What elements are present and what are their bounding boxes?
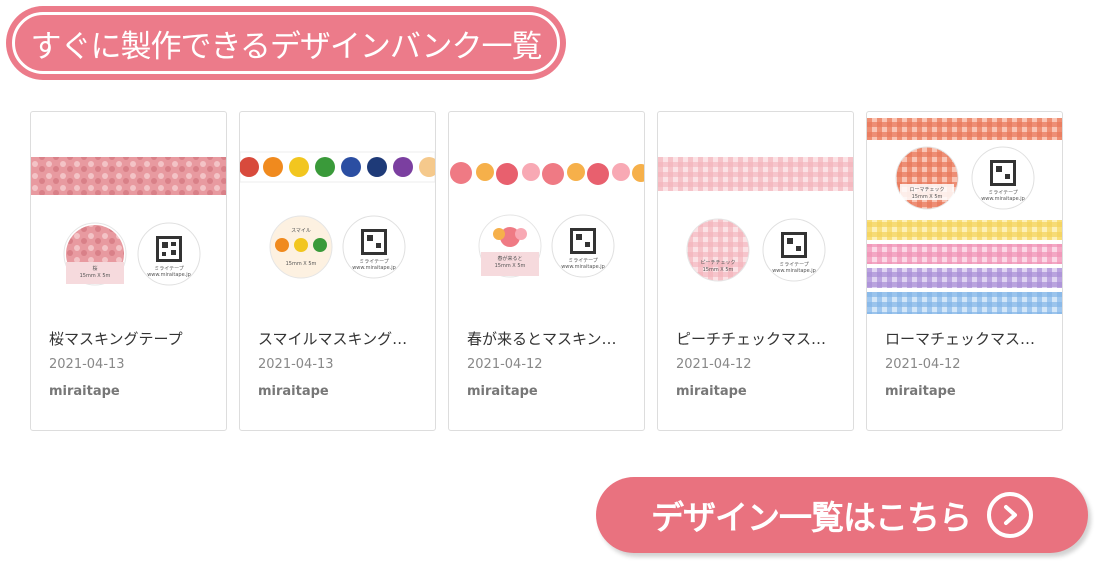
view-all-designs-button[interactable]: デザイン一覧はこちら [596, 477, 1088, 553]
design-card[interactable]: ローマチェック 15mm X 5m ミライテープ www.miraitape.j… [866, 111, 1063, 431]
svg-text:15mm X 5m: 15mm X 5m [80, 273, 111, 279]
tape-roll-image: 春が来ると 15mm X 5m [478, 214, 542, 278]
card-title[interactable]: ピーチチェックマス… [676, 328, 836, 349]
card-title[interactable]: ローマチェックマス… [885, 328, 1045, 349]
design-card[interactable]: 春が来ると 15mm X 5m ミライテープ www.miraitape.jp … [448, 111, 645, 431]
svg-text:www.miraitape.jp: www.miraitape.jp [352, 265, 396, 271]
svg-text:春が来ると: 春が来ると [497, 255, 522, 262]
card-thumbnail[interactable]: スマイル 15mm X 5m ミライテープ www.miraitape.jp [240, 112, 435, 320]
svg-text:www.miraitape.jp: www.miraitape.jp [772, 268, 816, 274]
tape-roll-image: 桜 15mm X 5m [63, 222, 127, 286]
svg-text:15mm X 5m: 15mm X 5m [703, 267, 734, 273]
tape-roll-image: ローマチェック 15mm X 5m [895, 146, 959, 210]
tape-roll-image: ピーチチェック 15mm X 5m [686, 218, 750, 282]
svg-text:スマイル: スマイル [291, 228, 311, 234]
card-date: 2021-04-12 [676, 357, 752, 372]
svg-text:桜: 桜 [92, 265, 97, 272]
card-author: miraitape [258, 384, 329, 399]
card-author: miraitape [676, 384, 747, 399]
card-thumbnail[interactable]: 春が来ると 15mm X 5m ミライテープ www.miraitape.jp [449, 112, 644, 320]
qr-code-circle: ミライテープ www.miraitape.jp [342, 215, 406, 279]
tape-strip [867, 118, 1062, 314]
card-thumbnail[interactable]: ピーチチェック 15mm X 5m ミライテープ www.miraitape.j… [658, 112, 853, 320]
qr-code-circle: ミライテープ www.miraitape.jp [971, 146, 1035, 210]
tape-roll-image: スマイル 15mm X 5m [269, 215, 333, 279]
card-author: miraitape [467, 384, 538, 399]
card-title[interactable]: スマイルマスキング… [258, 328, 418, 349]
tape-strip [31, 157, 226, 195]
tape-strip [658, 157, 853, 191]
view-all-designs-label: デザイン一覧はこちら [651, 498, 972, 537]
design-card[interactable]: スマイル 15mm X 5m ミライテープ www.miraitape.jp ス… [239, 111, 436, 431]
qr-code-circle: ミライテープ www.miraitape.jp [137, 222, 201, 286]
svg-text:ローマチェック: ローマチェック [909, 187, 944, 193]
design-card[interactable]: ピーチチェック 15mm X 5m ミライテープ www.miraitape.j… [657, 111, 854, 431]
design-card[interactable]: 桜 15mm X 5m ミライテープ www.miraitape.jp 桜マスキ… [30, 111, 227, 431]
svg-text:15mm X 5m: 15mm X 5m [912, 194, 943, 200]
card-thumbnail[interactable]: 桜 15mm X 5m ミライテープ www.miraitape.jp [31, 112, 226, 320]
svg-text:www.miraitape.jp: www.miraitape.jp [147, 272, 191, 278]
section-title: すぐに製作できるデザインバンク一覧 [12, 12, 560, 74]
card-author: miraitape [49, 384, 120, 399]
card-date: 2021-04-13 [49, 357, 125, 372]
section-title-badge: すぐに製作できるデザインバンク一覧 [6, 6, 566, 80]
card-title[interactable]: 春が来るとマスキン… [467, 328, 627, 349]
svg-text:www.miraitape.jp: www.miraitape.jp [981, 196, 1025, 202]
svg-text:ピーチチェック: ピーチチェック [700, 260, 735, 266]
svg-text:www.miraitape.jp: www.miraitape.jp [561, 264, 605, 270]
card-date: 2021-04-13 [258, 357, 334, 372]
svg-text:15mm X 5m: 15mm X 5m [495, 263, 526, 269]
tape-strip [240, 151, 435, 183]
card-author: miraitape [885, 384, 956, 399]
qr-code-circle: ミライテープ www.miraitape.jp [551, 214, 615, 278]
qr-code-circle: ミライテープ www.miraitape.jp [762, 218, 826, 282]
svg-text:15mm X 5m: 15mm X 5m [286, 261, 317, 267]
card-date: 2021-04-12 [885, 357, 961, 372]
card-thumbnail[interactable]: ローマチェック 15mm X 5m ミライテープ www.miraitape.j… [867, 112, 1062, 320]
card-title[interactable]: 桜マスキングテープ [49, 328, 209, 349]
chevron-right-circle-icon [987, 492, 1033, 538]
card-date: 2021-04-12 [467, 357, 543, 372]
tape-strip [449, 158, 644, 188]
